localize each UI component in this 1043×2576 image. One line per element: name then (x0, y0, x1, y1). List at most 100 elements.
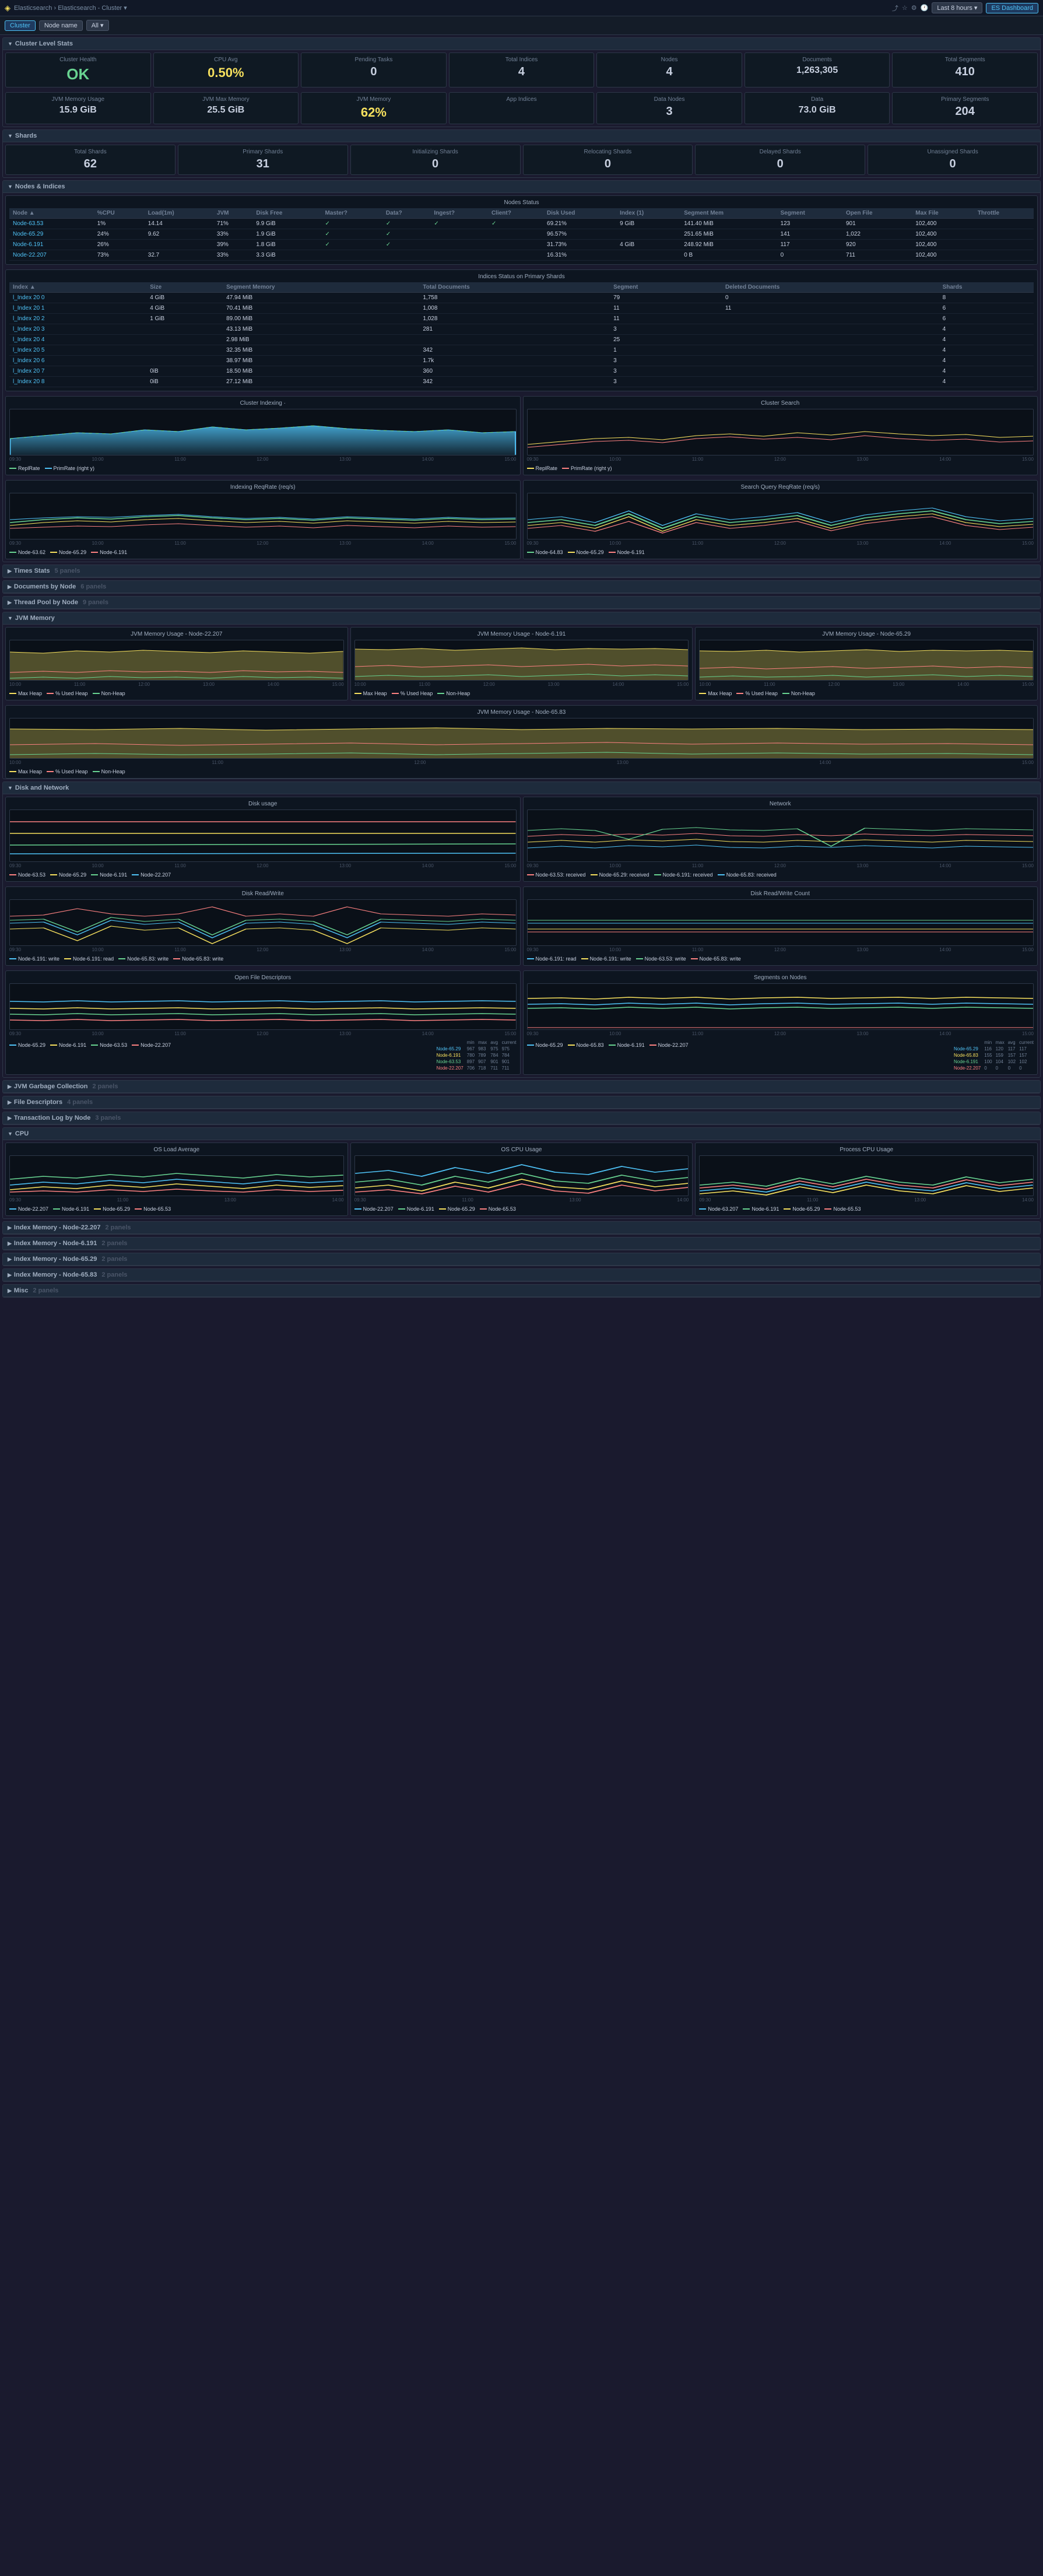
data-card: Data 73.0 GiB (745, 92, 890, 124)
col-open-file[interactable]: Open File (842, 208, 912, 219)
file-descriptors-header[interactable]: ▶ File Descriptors 4 panels (3, 1096, 1040, 1109)
disk-count-time: 09:3010:0011:0012:0013:0014:0015:00 (527, 946, 1034, 954)
cell-idx-docs: 1,028 (419, 314, 610, 324)
search-time-axis: 09:3010:0011:0012:0013:0014:0015:00 (527, 455, 1034, 463)
cell-idx-name: l_Index 20 2 (9, 314, 146, 324)
share-icon[interactable]: ⤴ (892, 3, 898, 13)
fd-time: 09:3010:0011:0012:0013:0014:0015:00 (9, 1030, 517, 1038)
docs-by-node-header[interactable]: ▶ Documents by Node 6 panels (3, 581, 1040, 593)
thread-pool-header[interactable]: ▶ Thread Pool by Node 9 panels (3, 597, 1040, 609)
cell-disk-used: 16.31% (543, 250, 616, 261)
shards-title: Shards (15, 132, 37, 139)
col-ingest[interactable]: Ingest? (430, 208, 488, 219)
total-shards-card: Total Shards 62 (5, 145, 175, 175)
time-icon[interactable]: 🕐 (921, 4, 929, 12)
cluster-filter-button[interactable]: Cluster (5, 20, 36, 31)
data-nodes-value: 3 (603, 105, 736, 118)
jvm-mem-pct-value: 62% (307, 105, 440, 120)
cell-idx-segment: 25 (610, 335, 722, 345)
idx-mem-22207-title: Index Memory - Node-22.207 (14, 1224, 101, 1231)
time-range-button[interactable]: Last 8 hours ▾ (932, 2, 982, 13)
cpu-section: ▼ CPU OS Load Average 09:3011:0013:0014:… (2, 1127, 1041, 1219)
disk-network-header[interactable]: ▼ Disk and Network (3, 782, 1040, 794)
table-row: Node-22.207 73% 32.7 33% 3.3 GiB 16.31% … (9, 250, 1034, 261)
cell-disk-used: 31.73% (543, 240, 616, 250)
jvm-6583-chart (9, 718, 1034, 759)
indexing-reqrate-panel: Indexing ReqRate (req/s) 09:3010:0011:00… (5, 480, 521, 559)
idx-col-docs[interactable]: Total Documents (419, 282, 610, 293)
idx-col-segment[interactable]: Segment (610, 282, 722, 293)
idx-col-deldocs[interactable]: Deleted Documents (722, 282, 939, 293)
jvm-6583-title: JVM Memory Usage - Node-65.83 (9, 709, 1034, 716)
col-master[interactable]: Master? (322, 208, 382, 219)
shards-section: ▼ Shards Total Shards 62 Primary Shards … (2, 129, 1041, 178)
times-stats-header[interactable]: ▶ Times Stats 5 panels (3, 565, 1040, 577)
legend-usedheap-6583: % Used Heap (47, 769, 88, 774)
misc-panels: 2 panels (33, 1287, 58, 1294)
cell-idx-deldocs (722, 377, 939, 387)
cell-idx-docs: 342 (419, 345, 610, 356)
disk-rw-row: Disk Read/Write 09:3010:0011:0012:0013:0… (3, 884, 1040, 968)
idx-mem-6529-header[interactable]: ▶ Index Memory - Node-65.29 2 panels (3, 1253, 1040, 1266)
cell-idx-deldocs (722, 356, 939, 366)
shards-header[interactable]: ▼ Shards (3, 130, 1040, 142)
col-cpu[interactable]: %CPU (94, 208, 145, 219)
col-seg-mem[interactable]: Segment Mem (680, 208, 777, 219)
nodes-indices-section: ▼ Nodes & Indices Nodes Status Node ▲ %C… (2, 180, 1041, 562)
all-filter-button[interactable]: All ▾ (86, 20, 109, 31)
col-index[interactable]: Index (1) (616, 208, 680, 219)
node-name-filter-button[interactable]: Node name (39, 20, 83, 31)
breadcrumb[interactable]: Elasticsearch › Elasticsearch - Cluster … (14, 4, 127, 12)
col-max-file[interactable]: Max File (912, 208, 974, 219)
cell-idx-shards: 4 (939, 324, 1034, 335)
thread-pool-title: Thread Pool by Node (14, 599, 78, 606)
settings-icon[interactable]: ⚙ (911, 4, 917, 12)
legend-fd-6191: Node-6.191 (50, 1042, 86, 1048)
cell-disk-used: 69.21% (543, 219, 616, 229)
idx-col-shards[interactable]: Shards (939, 282, 1034, 293)
idx-col-segmem[interactable]: Segment Memory (223, 282, 419, 293)
col-load[interactable]: Load(1m) (145, 208, 213, 219)
cell-master: ✓ (322, 229, 382, 240)
cpu-header[interactable]: ▼ CPU (3, 1128, 1040, 1140)
col-throttle[interactable]: Throttle (974, 208, 1034, 219)
cluster-stats-header[interactable]: ▼ Cluster Level Stats (3, 38, 1040, 50)
dashboard-button[interactable]: ES Dashboard (986, 3, 1038, 13)
col-segment[interactable]: Segment (777, 208, 842, 219)
nodes-indices-header[interactable]: ▼ Nodes & Indices (3, 181, 1040, 193)
idx-col-size[interactable]: Size (146, 282, 223, 293)
col-client[interactable]: Client? (488, 208, 543, 219)
transaction-log-title: Transaction Log by Node (14, 1114, 90, 1121)
jvm-memory-header[interactable]: ▼ JVM Memory (3, 612, 1040, 625)
cell-idx-name: l_Index 20 0 (9, 293, 146, 303)
jvm-gc-header[interactable]: ▶ JVM Garbage Collection 2 panels (3, 1081, 1040, 1093)
col-disk-used[interactable]: Disk Used (543, 208, 616, 219)
indices-status-panel: Indices Status on Primary Shards Index ▲… (5, 269, 1038, 391)
misc-header[interactable]: ▶ Misc 2 panels (3, 1285, 1040, 1297)
jvm-bottom-grid: JVM Memory Usage - Node-65.83 10:0011:00… (3, 703, 1040, 779)
jvm-mem-usage-value: 15.9 GiB (12, 105, 145, 115)
idx-col-name[interactable]: Index ▲ (9, 282, 146, 293)
col-data[interactable]: Data? (382, 208, 430, 219)
transaction-log-header[interactable]: ▶ Transaction Log by Node 3 panels (3, 1112, 1040, 1124)
thread-pool-section: ▶ Thread Pool by Node 9 panels (2, 596, 1041, 609)
col-node[interactable]: Node ▲ (9, 208, 94, 219)
legend-usedheap-6191: % Used Heap (392, 691, 433, 696)
star-icon[interactable]: ☆ (902, 4, 908, 12)
col-disk-free[interactable]: Disk Free (252, 208, 321, 219)
transaction-log-section: ▶ Transaction Log by Node 3 panels (2, 1112, 1041, 1125)
idx-mem-22207-header[interactable]: ▶ Index Memory - Node-22.207 2 panels (3, 1222, 1040, 1234)
col-jvm[interactable]: JVM (213, 208, 252, 219)
legend-rw-6583w2: Node-65.83: write (173, 956, 223, 962)
idx-mem-6583-title: Index Memory - Node-65.83 (14, 1271, 97, 1278)
cell-idx-name: l_Index 20 3 (9, 324, 146, 335)
segments-nodes-panel: Segments on Nodes 09:3010:0011:0012:0013… (523, 970, 1038, 1075)
disk-usage-panel: Disk usage 09:3010:0011:0012:0013:0014:0… (5, 797, 521, 882)
legend-usedheap-22: % Used Heap (47, 691, 88, 696)
legend-node6529: Node-65.29 (50, 549, 86, 555)
idx-mem-6583-header[interactable]: ▶ Index Memory - Node-65.83 2 panels (3, 1269, 1040, 1281)
idx-mem-22207-arrow: ▶ (8, 1225, 12, 1231)
cell-max-file: 102,400 (912, 229, 974, 240)
idx-mem-6191-header[interactable]: ▶ Index Memory - Node-6.191 2 panels (3, 1238, 1040, 1250)
cluster-indexing-panel: Cluster Indexing · 09:3010:0011:0012:001… (5, 396, 521, 475)
